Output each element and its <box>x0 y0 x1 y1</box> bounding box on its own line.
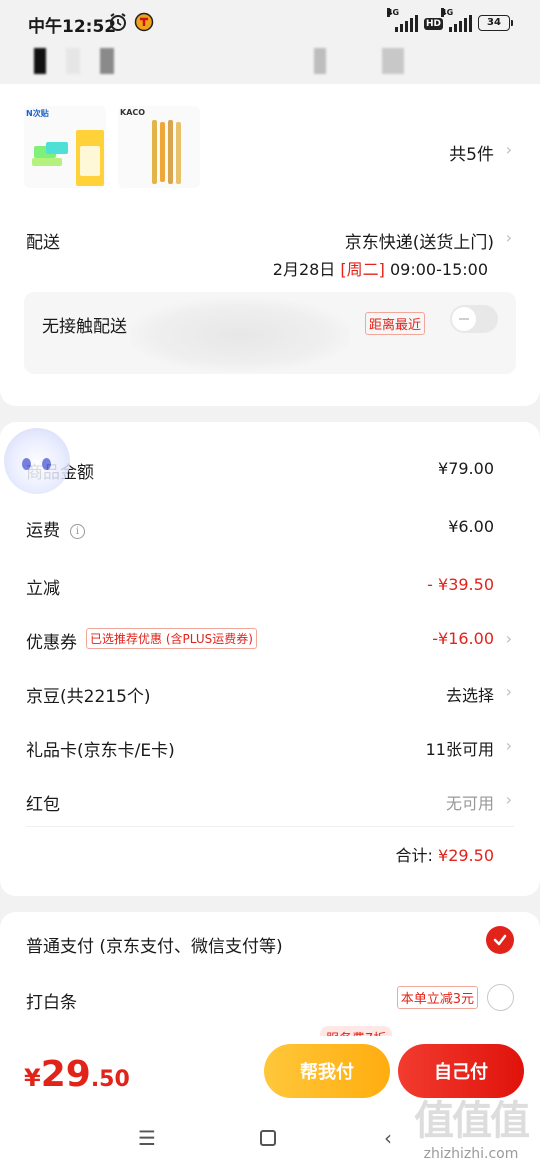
chevron-right-icon[interactable]: › <box>506 228 512 247</box>
payable-amount: ¥29.50 <box>24 1054 130 1095</box>
brand-label: N次贴 <box>26 109 49 118</box>
chevron-right-icon[interactable]: › <box>506 140 512 159</box>
coupon-label: 优惠券 <box>26 633 77 653</box>
normal-payment-label[interactable]: 普通支付 (京东支付、微信支付等) <box>26 932 283 957</box>
delivery-method[interactable]: 京东快递(送货上门) <box>345 228 494 253</box>
total-label: 合计: <box>395 846 439 865</box>
mascot-avatar[interactable] <box>4 428 70 494</box>
signal-icon: 4G <box>386 8 418 32</box>
menu-nav-icon[interactable]: ☰ <box>138 1126 156 1150</box>
status-indicators: 4G HD 4G 34 <box>386 8 513 32</box>
status-bar: 中午12:52 4G HD 4G 34 <box>0 0 540 44</box>
order-total: 合计: ¥29.50 <box>396 842 494 866</box>
delivery-weekday: [周二] <box>340 260 385 279</box>
watermark-url: zhizhizhi.com <box>423 1146 519 1162</box>
watermark-logo: 值值值 <box>414 1098 530 1144</box>
red-packet-value[interactable]: 无可用 <box>446 790 494 814</box>
blurred-location <box>130 298 350 372</box>
currency-symbol: ¥ <box>24 1064 41 1092</box>
delivery-day: 2月28日 <box>272 260 336 279</box>
giftcard-label: 礼品卡(京东卡/E卡) <box>26 741 175 761</box>
jingdou-label: 京豆(共2215个) <box>26 687 151 707</box>
coupon-tag: 已选推荐优惠 (含PLUS运费券) <box>86 628 257 649</box>
shipping-label: 运费 i <box>26 516 85 541</box>
nearest-tag: 距离最近 <box>365 312 426 335</box>
jingdou-value[interactable]: 去选择 <box>446 682 494 706</box>
delivery-label: 配送 <box>26 233 60 253</box>
contactless-toggle[interactable] <box>450 305 498 333</box>
baitiao-radio[interactable] <box>487 984 514 1011</box>
product-thumbnail-sticky-notes[interactable]: N次贴 <box>24 106 106 188</box>
checkmark-icon[interactable] <box>486 926 514 954</box>
shipping-value: ¥6.00 <box>448 517 494 536</box>
red-packet-label: 红包 <box>26 795 60 815</box>
baitiao-discount-tag: 本单立减3元 <box>396 986 478 1009</box>
chevron-right-icon[interactable]: › <box>506 682 512 701</box>
signal-icon-2: 4G <box>441 8 472 32</box>
chevron-right-icon[interactable]: › <box>506 790 512 809</box>
delivery-date[interactable]: 2月28日 [周二] 09:00-15:00 <box>273 256 488 280</box>
toggle-knob <box>452 307 476 331</box>
giftcard-value[interactable]: 11张可用 <box>426 736 494 760</box>
info-icon[interactable]: i <box>70 524 85 539</box>
goods-amount-value: ¥79.00 <box>438 459 494 478</box>
total-value: ¥29.50 <box>438 846 494 865</box>
hd-icon: HD <box>423 18 443 30</box>
discount-label: 立减 <box>26 579 60 599</box>
price-summary-card: 商品金额 ¥79.00 运费i ¥6.00 立减 - ¥39.50 优惠券 已选… <box>0 422 540 896</box>
order-items-card: N次贴 KACO 共5件 › 配送 京东快递(送货上门) › 2月28日 [周二… <box>0 84 540 406</box>
discount-value: - ¥39.50 <box>427 575 494 594</box>
checkout-bar: ¥29.50 帮我付 自己付 ☰ ‹ 值值值 zhizhizhi.com <box>0 1036 540 1170</box>
coupon-value[interactable]: -¥16.00 <box>432 629 494 648</box>
battery-icon: 34 <box>478 15 513 31</box>
alarm-icon <box>110 13 126 31</box>
watermark: 值值值 zhizhizhi.com <box>414 1088 530 1162</box>
product-thumbnail-pens[interactable]: KACO <box>118 106 200 188</box>
amount-integer: 29 <box>40 1054 91 1095</box>
chevron-right-icon[interactable]: › <box>506 629 512 648</box>
brand-label: KACO <box>120 108 146 117</box>
status-time: 中午12:52 <box>28 17 117 37</box>
home-nav-icon[interactable] <box>260 1130 276 1146</box>
network-type: 4G <box>386 8 400 17</box>
baitiao-label[interactable]: 打白条 <box>26 988 77 1013</box>
divider <box>26 826 514 827</box>
back-nav-icon[interactable]: ‹ <box>384 1126 392 1150</box>
network-type-2: 4G <box>441 8 454 17</box>
shipping-label-text: 运费 <box>26 521 60 541</box>
contactless-label: 无接触配送 <box>42 317 127 337</box>
item-count[interactable]: 共5件 <box>449 140 494 165</box>
contactless-delivery-panel: 无接触配送 距离最近 <box>24 292 516 374</box>
amount-decimal: .50 <box>90 1067 130 1092</box>
app-notification-icon <box>134 12 154 32</box>
delivery-time-window: 09:00-15:00 <box>390 260 488 279</box>
help-me-pay-button[interactable]: 帮我付 <box>264 1044 390 1098</box>
chevron-right-icon[interactable]: › <box>506 736 512 755</box>
